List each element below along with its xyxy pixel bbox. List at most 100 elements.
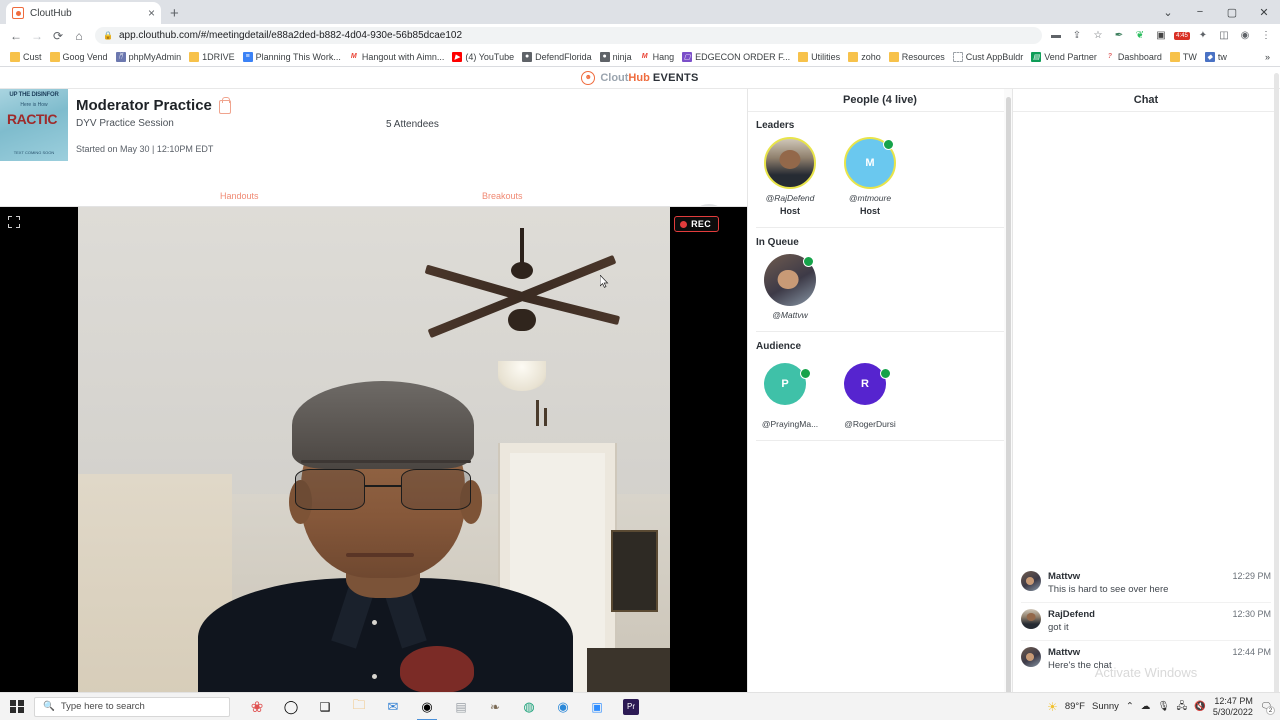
online-status-dot [800, 368, 811, 379]
notifications-icon[interactable]: 🗨 2 [1260, 701, 1275, 715]
taskbar-search-input[interactable]: 🔍 Type here to search [34, 696, 230, 717]
avatar: P [764, 363, 806, 405]
person-card[interactable]: P @PrayingMa... [756, 358, 824, 429]
chat-scrollbar[interactable] [1272, 67, 1280, 720]
taskbar-cortana-icon[interactable]: ◯ [274, 693, 308, 720]
extensions-puzzle-icon[interactable]: ✦ [1195, 28, 1211, 44]
attendee-count: 5 Attendees [386, 119, 439, 130]
taskbar-gimp-icon[interactable]: ❧ [478, 693, 512, 720]
bookmark-item[interactable]: zoho [844, 51, 885, 62]
close-window-button[interactable]: ✕ [1248, 0, 1280, 24]
media-cast-icon[interactable]: ▬ [1048, 28, 1064, 44]
person-name: @RogerDursi [844, 419, 896, 429]
people-scrollbar[interactable] [1004, 89, 1012, 720]
person-card[interactable]: @RajDefend Host [756, 137, 824, 216]
rec-label: REC [691, 219, 711, 229]
divider [756, 331, 1004, 332]
share-icon[interactable]: ⇪ [1069, 28, 1085, 44]
fullscreen-icon[interactable] [8, 216, 20, 228]
bookmark-item[interactable]: Utilities [794, 51, 844, 62]
event-thumbnail[interactable]: UP THE DISINFOR Here is How RACTIC TEXT … [0, 89, 68, 161]
bookmark-item[interactable]: ? Dashboard [1101, 51, 1166, 62]
screenshot-extension-icon[interactable]: ▣ [1153, 28, 1169, 44]
profile-chevron-icon[interactable]: ⌄ [1152, 0, 1184, 24]
taskbar-search-placeholder: Type here to search [60, 701, 145, 712]
private-lock-icon [218, 96, 231, 114]
maximize-button[interactable]: ▢ [1216, 0, 1248, 24]
mouse-cursor-icon [600, 275, 609, 288]
close-icon[interactable]: × [148, 6, 155, 20]
thumb-line-4: TEXT COMING SOON [13, 150, 55, 155]
chrome-menu-icon[interactable]: ⋮ [1258, 28, 1274, 44]
bookmarks-overflow-icon[interactable]: » [1261, 52, 1274, 62]
bookmark-item[interactable]: ● ninja [596, 51, 636, 62]
bookmark-star-icon[interactable]: ☆ [1090, 28, 1106, 44]
back-icon[interactable]: ← [6, 26, 26, 46]
bookmark-label: DefendFlorida [535, 51, 592, 62]
tray-volume-muted-icon[interactable]: 🔇 [1194, 701, 1206, 712]
tray-clock[interactable]: 12:47 PM 5/30/2022 [1213, 696, 1253, 717]
person-card[interactable]: @Mattvw [756, 254, 824, 320]
evernote-icon[interactable]: ❦ [1132, 28, 1148, 44]
bookmark-item[interactable]: M Hang [636, 51, 679, 62]
tray-condition: Sunny [1091, 701, 1119, 712]
extension-eyedropper-icon[interactable]: ✒ [1111, 28, 1127, 44]
bookmark-item[interactable]: ᛗ phpMyAdmin [112, 51, 186, 62]
new-tab-button[interactable]: + [170, 5, 179, 22]
home-icon[interactable]: ⌂ [69, 26, 89, 46]
bookmark-item[interactable]: Cust AppBuldr [949, 51, 1028, 62]
tray-expand-chevron-icon[interactable]: ⌃ [1126, 701, 1134, 712]
person-card[interactable]: M @mtmoure Host [836, 137, 904, 216]
bookmark-item[interactable]: ◆ tw [1201, 51, 1231, 62]
tray-microphone-icon[interactable]: 🎙 [1157, 701, 1169, 712]
reload-icon[interactable]: ⟳ [48, 26, 68, 46]
chat-message-list: Mattvw 12:29 PM This is hard to see over… [1013, 565, 1279, 678]
bookmark-label: Cust [23, 51, 42, 62]
taskbar-mail-icon[interactable]: ✉ [376, 693, 410, 720]
app-body: UP THE DISINFOR Here is How RACTIC TEXT … [0, 73, 1280, 720]
bookmark-item[interactable]: M Hangout with Aimn... [345, 51, 449, 62]
windows-start-icon[interactable] [0, 699, 34, 714]
browser-tab-clouthub[interactable]: CloutHub × [6, 2, 161, 24]
address-bar[interactable]: 🔒 app.clouthub.com/#/meetingdetail/e88a2… [95, 27, 1042, 44]
people-section-audience: Audience P @PrayingMa... R @RogerDursi [756, 341, 1004, 429]
tray-network-icon[interactable]: 🖧 [1176, 699, 1187, 715]
video-stage[interactable]: @RajDefend [78, 207, 670, 720]
taskbar-zoom-icon[interactable]: ▣ [580, 693, 614, 720]
section-title-leaders: Leaders [756, 120, 795, 131]
person-card[interactable]: R @RogerDursi [836, 358, 904, 429]
bookmark-item[interactable]: ● DefendFlorida [518, 51, 596, 62]
taskbar-task-view-icon[interactable]: ❑ [308, 693, 342, 720]
thumb-line-2: Here is How [20, 102, 48, 108]
tab-handouts[interactable]: Handouts [220, 191, 259, 201]
profile-avatar-icon[interactable]: ◉ [1237, 28, 1253, 44]
tab-breakouts[interactable]: Breakouts [482, 191, 523, 201]
recorder-timer-icon[interactable]: 4:45 [1174, 28, 1190, 44]
taskbar-widget-flowers[interactable]: ❀ [240, 693, 274, 720]
bookmark-item[interactable]: Cust [6, 51, 46, 62]
bookmark-label: Vend Partner [1044, 51, 1097, 62]
event-tabs: Handouts Breakouts [0, 189, 747, 207]
minimize-button[interactable]: − [1184, 0, 1216, 24]
forward-icon[interactable]: → [27, 26, 47, 46]
bookmark-item[interactable]: Goog Vend [46, 51, 112, 62]
bookmark-item[interactable]: ▢ EDGECON ORDER F... [678, 51, 794, 62]
taskbar-globe-icon[interactable]: ◍ [512, 693, 546, 720]
chat-message-user: Mattvw [1048, 647, 1081, 658]
side-panel-icon[interactable]: ◫ [1216, 28, 1232, 44]
bookmark-item[interactable]: ▶ (4) YouTube [448, 51, 518, 62]
bookmark-item[interactable]: TW [1166, 51, 1201, 62]
tray-onedrive-icon[interactable]: ☁ [1141, 701, 1151, 712]
clouthub-favicon-icon [12, 7, 24, 19]
bookmark-item[interactable]: ≡ Planning This Work... [239, 51, 345, 62]
taskbar-edge-icon[interactable]: ◉ [546, 693, 580, 720]
people-section-leaders: Leaders @RajDefend Host M @mtmoure Host [756, 120, 1004, 216]
taskbar-premiere-icon[interactable]: Pr [623, 698, 639, 715]
bookmark-item[interactable]: ▤ Vend Partner [1027, 51, 1101, 62]
bookmark-item[interactable]: 1DRIVE [185, 51, 239, 62]
taskbar-app-icon[interactable]: ▤ [444, 693, 478, 720]
taskbar-file-explorer-icon[interactable]: 🗀 [342, 693, 376, 720]
meeting-start-time: Started on May 30 | 12:10PM EDT [76, 144, 214, 154]
taskbar-chrome-icon[interactable]: ◉ [410, 693, 444, 720]
bookmark-item[interactable]: Resources [885, 51, 949, 62]
